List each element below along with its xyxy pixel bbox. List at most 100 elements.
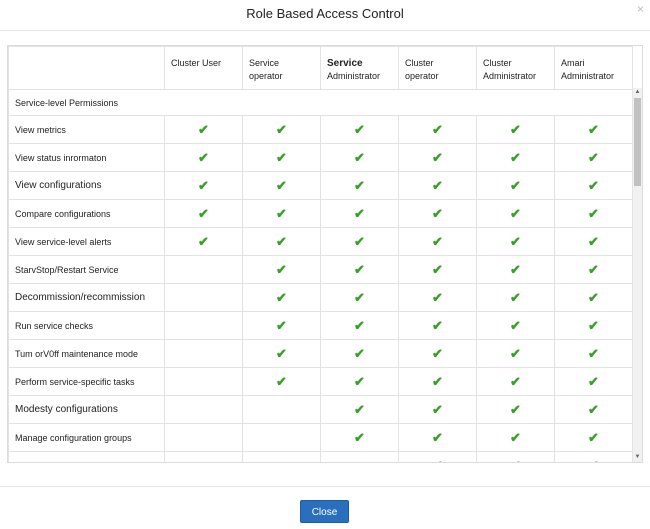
column-header-2: Service Administrator <box>320 46 399 90</box>
checkmark-icon: ✔ <box>276 205 287 221</box>
vertical-scrollbar[interactable]: ▲ ▼ <box>632 88 642 462</box>
permission-cell <box>164 255 243 284</box>
checkmark-icon: ✔ <box>276 149 287 165</box>
column-header-line1: Cluster <box>405 58 434 68</box>
checkmark-icon: ✔ <box>510 317 521 333</box>
permission-cell: ✔ <box>242 283 321 312</box>
permission-cell <box>164 451 243 462</box>
permission-cell: ✔ <box>554 227 633 256</box>
checkmark-icon: ✔ <box>354 345 365 361</box>
permission-cell: ✔ <box>398 367 477 396</box>
permission-cell: ✔ <box>476 311 555 340</box>
permission-cell: ✔ <box>320 311 399 340</box>
checkmark-icon: ✔ <box>588 205 599 221</box>
scroll-up-arrow-icon[interactable]: ▲ <box>633 88 642 97</box>
permission-cell: ✔ <box>242 227 321 256</box>
column-header-line2: Administrator <box>561 71 615 81</box>
header-divider <box>0 30 650 31</box>
column-header-1: Service operator <box>242 46 321 90</box>
permission-cell: ✔ <box>554 171 633 200</box>
checkmark-icon: ✔ <box>588 401 599 417</box>
checkmark-icon: ✔ <box>432 373 443 389</box>
scroll-down-arrow-icon[interactable]: ▼ <box>633 453 642 462</box>
permissions-table-container[interactable]: Cluster User Service operator Service Admini… <box>7 45 643 463</box>
column-header-4: Cluster Administrator <box>476 46 555 90</box>
checkmark-icon: ✔ <box>510 429 521 445</box>
permission-cell: ✔ <box>476 199 555 228</box>
scrollbar-thumb[interactable] <box>634 98 641 186</box>
permission-cell: ✔ <box>242 311 321 340</box>
permission-cell: ✔ <box>242 199 321 228</box>
permission-cell: ✔ <box>476 423 555 452</box>
checkmark-icon: ✔ <box>588 177 599 193</box>
table-header-row: Cluster User Service operator Service Admini… <box>8 46 633 90</box>
permission-cell: ✔ <box>554 367 633 396</box>
permission-cell: ✔ <box>476 227 555 256</box>
close-button[interactable]: Close <box>300 500 349 523</box>
table-row: Compare configurations ✔ ✔ ✔ ✔ ✔ ✔ <box>8 199 633 228</box>
permission-cell <box>320 451 399 462</box>
permission-cell: ✔ <box>554 451 633 463</box>
header-corner-cell <box>8 46 165 90</box>
column-header-3: Cluster operator <box>398 46 477 90</box>
permission-cell <box>242 451 321 462</box>
permission-cell: ✔ <box>320 283 399 312</box>
column-header-line1: Service <box>249 58 280 68</box>
checkmark-icon: ✔ <box>432 233 443 249</box>
permission-cell: ✔ <box>320 423 399 452</box>
permission-cell: ✔ <box>476 395 555 424</box>
table-row: View status inrormaton ✔ ✔ ✔ ✔ ✔ ✔ <box>8 143 633 172</box>
column-header-line1: Amari <box>561 58 585 68</box>
permission-cell: ✔ <box>476 339 555 368</box>
permission-cell: ✔ <box>398 171 477 200</box>
permission-cell: ✔ <box>398 423 477 452</box>
permissions-table: Cluster User Service operator Service Admini… <box>8 46 633 463</box>
checkmark-icon: ✔ <box>510 289 521 305</box>
permission-cell: ✔ <box>398 395 477 424</box>
permission-cell: ✔ <box>476 367 555 396</box>
checkmark-icon: ✔ <box>432 458 443 463</box>
permission-cell: ✔ <box>242 115 321 144</box>
column-header-line1: Cluster <box>483 58 512 68</box>
permission-cell: ✔ <box>164 143 243 172</box>
checkmark-icon: ✔ <box>432 149 443 165</box>
permission-cell: ✔ <box>554 423 633 452</box>
permission-label: Tum orV0ff maintenance mode <box>8 339 165 368</box>
close-icon[interactable]: × <box>637 2 644 16</box>
checkmark-icon: ✔ <box>588 233 599 249</box>
permission-cell: ✔ <box>320 171 399 200</box>
permission-cell: ✔ <box>320 367 399 396</box>
checkmark-icon: ✔ <box>432 289 443 305</box>
permission-label: Modesty configurations <box>8 395 165 424</box>
checkmark-icon: ✔ <box>588 458 599 463</box>
permission-cell: ✔ <box>320 339 399 368</box>
permission-cell <box>164 367 243 396</box>
checkmark-icon: ✔ <box>354 233 365 249</box>
permission-label: Move service to another host <box>8 451 165 462</box>
permission-cell: ✔ <box>398 255 477 284</box>
permission-cell: ✔ <box>320 255 399 284</box>
permission-cell: ✔ <box>242 367 321 396</box>
permission-cell: ✔ <box>476 115 555 144</box>
checkmark-icon: ✔ <box>588 317 599 333</box>
checkmark-icon: ✔ <box>198 233 209 249</box>
permission-cell: ✔ <box>164 199 243 228</box>
permission-cell: ✔ <box>554 255 633 284</box>
permission-cell: ✔ <box>476 255 555 284</box>
column-header-line2: operator <box>405 71 439 81</box>
permission-cell: ✔ <box>320 395 399 424</box>
permission-cell: ✔ <box>320 199 399 228</box>
permission-cell: ✔ <box>242 143 321 172</box>
table-row: Modesty configurations ✔ ✔ ✔ ✔ <box>8 395 633 424</box>
table-row: Manage configuration groups ✔ ✔ ✔ ✔ <box>8 423 633 452</box>
checkmark-icon: ✔ <box>588 345 599 361</box>
permission-label: Perform service-specific tasks <box>8 367 165 396</box>
permission-cell: ✔ <box>554 395 633 424</box>
checkmark-icon: ✔ <box>510 401 521 417</box>
permission-label: View configurations <box>8 171 165 200</box>
permission-cell <box>164 283 243 312</box>
permission-cell <box>242 395 321 424</box>
checkmark-icon: ✔ <box>510 373 521 389</box>
checkmark-icon: ✔ <box>510 261 521 277</box>
checkmark-icon: ✔ <box>588 149 599 165</box>
